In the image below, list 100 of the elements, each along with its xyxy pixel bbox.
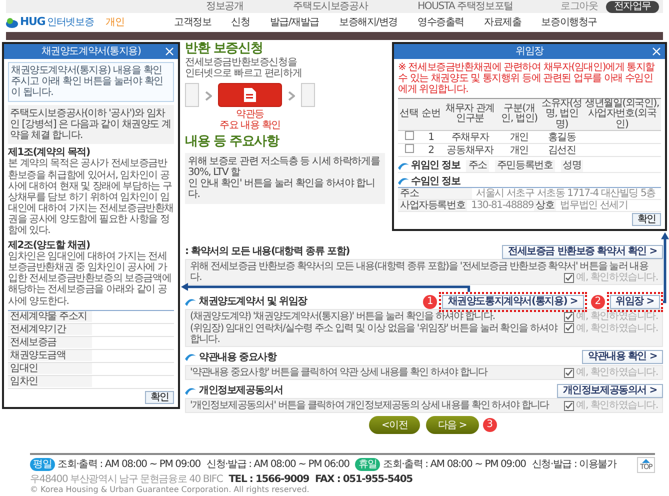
column-header: 구분(개인, 법인) (498, 98, 540, 131)
row-checkbox[interactable] (404, 144, 414, 154)
group-title: 수임인 정보 (411, 176, 460, 187)
menu-item[interactable]: 보증이행청구 (541, 16, 597, 28)
intro-text: 주택도시보증공사(이하 '공사')와 임차인 [강병석] 은 다음과 같이 채권양도 계약을 체결 합니다. (10, 108, 172, 142)
hours-text: 조회·출력 : AM 08:00 ~ PM 09:00 (58, 459, 200, 470)
checkbox-label: 예, 확인하였습니다. (576, 272, 658, 284)
table-cell: 2 (420, 144, 442, 157)
table-cell: 공동채무자 (442, 144, 498, 157)
section-title: 약관내용 중요사항 (199, 352, 276, 364)
confirm-button[interactable]: 확인 (145, 390, 174, 404)
menu-item[interactable]: 고객정보 (174, 16, 212, 28)
column-header: 소유자(성명, 법인명) (540, 98, 583, 131)
logo-icon (6, 18, 18, 28)
checkbox[interactable] (564, 323, 574, 334)
field-label: 주소 (466, 160, 489, 172)
info-text: (위임장) 임대인 연락처/실수령 주소 입력 및 이상 없음을 '위임장' 버튼을 눌러 확인을 하셔야 합니다. (190, 322, 558, 345)
caret-up-icon (642, 458, 650, 463)
field-value: 130-81-48889 (471, 200, 534, 212)
fax-text: FAX : 051-955-5405 (315, 474, 412, 486)
action-button[interactable]: 전세보증금 반환보증 확약서 확인 > (502, 244, 663, 258)
info-text: '개인정보제공동의서' 버튼을 클릭하여 개인정보제공동의 상세 내용를 확인 하셔야 합니다 (190, 400, 550, 412)
notice-text: 채권양도계약서(통지용) 내용을 확인 주시고 아래 확인 버튼을 눌러야 확인이 됩니다. (11, 65, 164, 99)
checkbox[interactable] (564, 272, 574, 283)
connector-arrow (661, 232, 669, 304)
field-label: 채권양도금액 (8, 350, 92, 361)
top-link[interactable]: 정보공개 (206, 0, 244, 12)
section-title: : 확약서의 모든 내용(대항력 종류 포함) (185, 246, 350, 258)
confirm-button[interactable]: 확인 (632, 213, 661, 226)
service-name: 인터넷보증 (47, 16, 94, 28)
checkbox-label: 예, 확인하였습니다. (576, 366, 658, 378)
checkbox[interactable] (564, 312, 574, 322)
section-heading: 내용 등 주요사항 (185, 135, 280, 150)
checkbox-label: 예, 확인하였습니다. (576, 400, 658, 412)
field-label: 성명 (560, 160, 584, 172)
column-header: 선택 (398, 98, 420, 131)
checkbox[interactable] (564, 400, 574, 411)
field-label: 전세계약물 주소지 (8, 310, 92, 322)
field-label: 사업자등록번호 (398, 200, 468, 212)
phone-text: TEL : 1566-9009 (228, 474, 309, 486)
action-button[interactable]: 약관내용 확인 > (582, 350, 663, 364)
info-text: (채권양도계약) '채권양도계약서(통지용)' 버튼을 눌러 확인을 하셔야 합니다. (190, 311, 496, 323)
intro-text: 전세보증금반환보증신청을 (185, 56, 298, 68)
step-label: 약관등 주요 내용 확인 (220, 108, 280, 132)
menu-item[interactable]: 보증해지/변경 (338, 16, 398, 28)
warning-text: ※ 전세보증금반환채권에 관련하여 채무자(임대인)에게 통지할 수 있는 채권양도 및 통지행위 등에 관련된 업무를 아래 수임인에게 위임합니다. (398, 62, 656, 96)
top-link[interactable]: HOUSTA 주택정보포털 (418, 0, 513, 12)
notice-text: 위해 보증로 관련 저소득층 등 시세 하락하게를 30%, LTV 할 (188, 156, 381, 178)
schedule-badge: 휴일 (355, 458, 380, 472)
bullet-icon (398, 177, 409, 186)
action-button[interactable]: 개인정보제공동의서 > (556, 384, 663, 398)
table-cell: 주채무자 (442, 130, 498, 144)
chevron-icon (288, 90, 295, 101)
brand-name: HUG (20, 16, 46, 29)
top-link[interactable]: 주택도시보증공사 (293, 0, 368, 12)
number-badge: 3 (482, 418, 497, 432)
column-header: 생년월일(외국인), 사업자번호(외국인) (583, 98, 661, 131)
column-header: 순번 (420, 98, 442, 131)
document-icon (243, 86, 257, 103)
intro-text: 인터넷으로 빠르고 편리하게 (185, 68, 303, 79)
number-badge: 2 (590, 294, 605, 309)
page-title: 반환 보증신청 (185, 42, 264, 57)
checkbox-label: 예, 확인하였습니다. (576, 311, 658, 323)
action-button[interactable]: 위임장 > (610, 294, 660, 309)
group-title: 위임인 정보 (411, 160, 460, 172)
table-cell: 개인 (498, 130, 540, 144)
field-label: 임대인 (8, 362, 92, 374)
field-label: 임차인 (8, 376, 92, 387)
field-label: 전세계약기간 (8, 324, 92, 335)
nav-button[interactable]: 다음 > (426, 416, 479, 434)
close-icon[interactable] (652, 47, 661, 56)
field-label: 주민등록번호 (494, 160, 555, 172)
hours-text: 신청·발급 : AM 08:00 ~ PM 06:00 (206, 459, 350, 470)
nav-button[interactable]: <이전 (369, 416, 420, 434)
field-value: 법무법인 선세기 (560, 200, 628, 212)
table-cell: 1 (420, 130, 442, 144)
field-label: 상호 (534, 200, 556, 212)
close-icon[interactable] (165, 47, 174, 56)
menu-item[interactable]: 발급/재발급 (270, 16, 319, 28)
table-cell: 김선진 (540, 144, 583, 157)
menu-item[interactable]: 자료제출 (484, 16, 522, 28)
menu-item[interactable]: 신청 (231, 16, 250, 28)
field-value: 서울시 서초구 서초동 1717-4 대산빌딩 5층 (476, 188, 656, 199)
menu-item[interactable]: 영수증출력 (417, 16, 464, 28)
section-title: 채권양도계약서 및 위임장 (199, 296, 307, 308)
row-checkbox[interactable] (404, 131, 414, 140)
checkbox[interactable] (564, 368, 574, 378)
popup-title: 위임장 (516, 46, 544, 58)
schedule-badge: 평일 (30, 458, 55, 472)
info-text: 위해 전세보증금 반환보증 확약서의 모든 내용(대항력 종류 포함)을 '전세보증금 반환보증 확약서' 버튼을 눌러 내용 (190, 261, 650, 272)
field-label: 주소 (398, 188, 472, 199)
field-label: 전세보증금 (8, 336, 92, 348)
info-text: '약관내용 중요사항' 버튼을 클릭하여 약관 상세 내용를 확인 하셔야 합니다 (190, 366, 489, 378)
action-button[interactable]: 채권양도통지계약서(통지용) > (442, 294, 584, 309)
table-cell: 홍길동 (540, 130, 583, 144)
portal-button[interactable]: 전자업무 (606, 0, 659, 12)
clause-text: 본 계약의 목적은 공사가 전세보증금반환보증을 취급함에 있어서, 임차인이 공사에 대하여 현재 및 장래에 부담하는 구상채무를 담보 하기 위하여 임차인이 임대인에 대하여 가지는 전세보증금반환채권을 공사에 양도함에 필요한 사항을 정함에 있다. (8, 158, 174, 237)
user-type-label: 개인 (106, 16, 124, 28)
hours-text: 조회·출력 : AM 08:00 ~ PM 09:00 (382, 459, 526, 470)
checkbox-label: 예, 확인하였습니다. (576, 322, 658, 334)
